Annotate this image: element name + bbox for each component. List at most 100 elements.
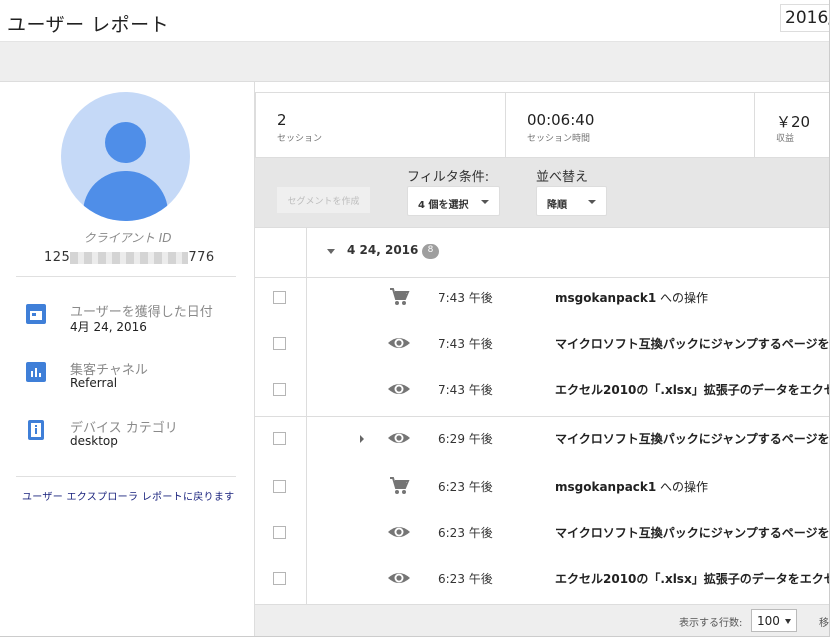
filter-label: フィルタ条件:	[407, 170, 490, 185]
activity-row[interactable]: 7:43 午後 マイクロソフト互換パックにジャンプするページを	[255, 321, 830, 367]
info-value: Referral	[70, 376, 118, 390]
sort-dropdown-value: 降順	[547, 200, 567, 211]
bar-chart-icon	[26, 362, 46, 382]
back-to-explorer-link[interactable]: ユーザー エクスプローラ レポートに戻ります	[22, 488, 234, 503]
row-time: 7:43 午後	[438, 337, 493, 351]
session-date-header[interactable]: 4 24, 2016 8	[255, 228, 829, 278]
expand-caret-icon[interactable]	[360, 435, 364, 443]
avatar-head	[105, 122, 146, 163]
avatar	[61, 92, 190, 221]
row-time: 6:29 午後	[438, 432, 493, 446]
page-title: ユーザー レポート	[7, 14, 170, 36]
divider	[16, 276, 236, 277]
metric-value: 00:06:40	[527, 111, 595, 129]
metric-revenue: ￥20 収益	[754, 93, 829, 157]
client-id-prefix: 125	[44, 250, 71, 265]
filter-bar: セグメントを作成 フィルタ条件: 4 個を選択 並べ替え 降順	[255, 158, 829, 228]
row-checkbox[interactable]	[273, 291, 286, 304]
collapse-caret-icon[interactable]	[327, 249, 335, 254]
metric-value: 2	[277, 111, 287, 129]
sort-dropdown[interactable]: 降順	[536, 186, 607, 216]
row-suffix: への操作	[656, 480, 709, 494]
row-text: マイクロソフト互換パックにジャンプするページを	[555, 335, 830, 352]
row-text: マイクロソフト互換パックにジャンプするページを	[555, 430, 830, 447]
info-channel: 集客チャネル Referral	[26, 359, 246, 399]
header-bar: ユーザー レポート 2016/	[0, 0, 829, 42]
client-id-label: クライアント ID	[83, 231, 172, 245]
eye-icon	[387, 333, 411, 353]
row-time: 6:23 午後	[438, 480, 493, 494]
activity-row[interactable]: 6:23 午後 マイクロソフト互換パックにジャンプするページを	[255, 510, 829, 556]
session-count-badge: 8	[422, 244, 439, 259]
sort-label: 並べ替え	[536, 170, 589, 185]
chevron-down-icon	[481, 200, 489, 204]
row-text: エクセル2010の「.xlsx」拡張子のデータをエクセル	[555, 570, 830, 587]
device-info-icon	[28, 420, 44, 440]
activity-row[interactable]: 7:43 午後 エクセル2010の「.xlsx」拡張子のデータをエクセル	[255, 367, 830, 413]
user-profile-panel: クライアント ID 125 776 ユーザーを獲得した日付 4月 24, 2016…	[0, 82, 255, 636]
metric-sessions: 2 セッション	[255, 93, 505, 157]
eye-icon	[387, 428, 411, 448]
info-value: desktop	[70, 434, 118, 448]
metric-label: セッション	[277, 134, 323, 144]
client-id-value: 125 776	[44, 250, 215, 265]
row-checkbox[interactable]	[273, 337, 286, 350]
avatar-body	[83, 171, 168, 221]
cart-icon	[387, 476, 411, 496]
calendar-icon	[26, 304, 46, 324]
metric-session-time: 00:06:40 セッション時間	[505, 93, 754, 157]
rows-per-page-value: 100	[757, 614, 780, 628]
row-time: 6:23 午後	[438, 572, 493, 586]
row-title: マイクロソフト互換パックにジャンプするページを	[555, 337, 830, 351]
activity-row[interactable]: 6:23 午後 msgokanpack1 への操作	[255, 464, 829, 510]
info-device: デバイス カテゴリ desktop	[26, 417, 246, 457]
divider	[16, 476, 236, 477]
row-time: 7:43 午後	[438, 291, 493, 305]
redacted-mask	[70, 251, 189, 264]
eye-icon	[387, 522, 411, 542]
user-report-window: ユーザー レポート 2016/ クライアント ID 125 776 ユーザーを獲得…	[0, 0, 830, 637]
row-title: msgokanpack1	[555, 480, 657, 494]
row-text: エクセル2010の「.xlsx」拡張子のデータをエクセル	[555, 381, 830, 398]
session-date: 4 24, 2016	[347, 243, 419, 257]
chevron-down-icon	[785, 619, 791, 624]
activity-row[interactable]: 7:43 午後 msgokanpack1 への操作	[255, 275, 829, 321]
row-text: msgokanpack1 への操作	[555, 478, 708, 495]
metric-label: セッション時間	[527, 134, 591, 144]
cart-icon	[387, 287, 411, 307]
create-segment-button[interactable]: セグメントを作成	[277, 187, 370, 213]
chevron-down-icon	[588, 200, 596, 204]
row-checkbox[interactable]	[273, 572, 286, 585]
row-title: エクセル2010の「.xlsx」拡張子のデータをエクセル	[555, 383, 830, 397]
filter-dropdown[interactable]: 4 個を選択	[407, 186, 500, 216]
eye-icon	[387, 568, 411, 588]
pagination-footer: 表示する行数: 100 移	[255, 604, 829, 636]
metric-value: ￥20	[776, 113, 811, 131]
date-range-selector[interactable]: 2016/	[780, 4, 829, 32]
row-checkbox[interactable]	[273, 526, 286, 539]
info-acquisition-date: ユーザーを獲得した日付 4月 24, 2016	[26, 301, 246, 341]
row-title: エクセル2010の「.xlsx」拡張子のデータをエクセル	[555, 572, 830, 586]
client-id-suffix: 776	[188, 250, 215, 265]
row-time: 6:23 午後	[438, 526, 493, 540]
info-value: 4月 24, 2016	[70, 320, 147, 334]
rows-label: 表示する行数:	[679, 618, 743, 629]
eye-icon	[387, 379, 411, 399]
activity-list: 4 24, 2016 8 7:43 午後 msgokanpack1 への操作 7…	[255, 228, 830, 604]
toolbar-strip	[0, 42, 829, 82]
filter-dropdown-value: 4 個を選択	[418, 200, 469, 211]
row-time: 7:43 午後	[438, 383, 493, 397]
row-suffix: への操作	[656, 291, 709, 305]
activity-row[interactable]: 6:29 午後 マイクロソフト互換パックにジャンプするページを	[255, 416, 830, 462]
row-text: マイクロソフト互換パックにジャンプするページを	[555, 524, 829, 541]
row-checkbox[interactable]	[273, 480, 286, 493]
activity-row[interactable]: 6:23 午後 エクセル2010の「.xlsx」拡張子のデータをエクセル	[255, 556, 830, 602]
row-checkbox[interactable]	[273, 432, 286, 445]
metric-label: 収益	[776, 134, 795, 144]
row-title: マイクロソフト互換パックにジャンプするページを	[555, 432, 830, 446]
row-checkbox[interactable]	[273, 383, 286, 396]
metrics-bar: 2 セッション 00:06:40 セッション時間 ￥20 収益	[255, 92, 829, 158]
row-title: msgokanpack1	[555, 291, 657, 305]
rows-per-page-select[interactable]: 100	[751, 609, 797, 632]
goto-label: 移	[819, 618, 829, 629]
